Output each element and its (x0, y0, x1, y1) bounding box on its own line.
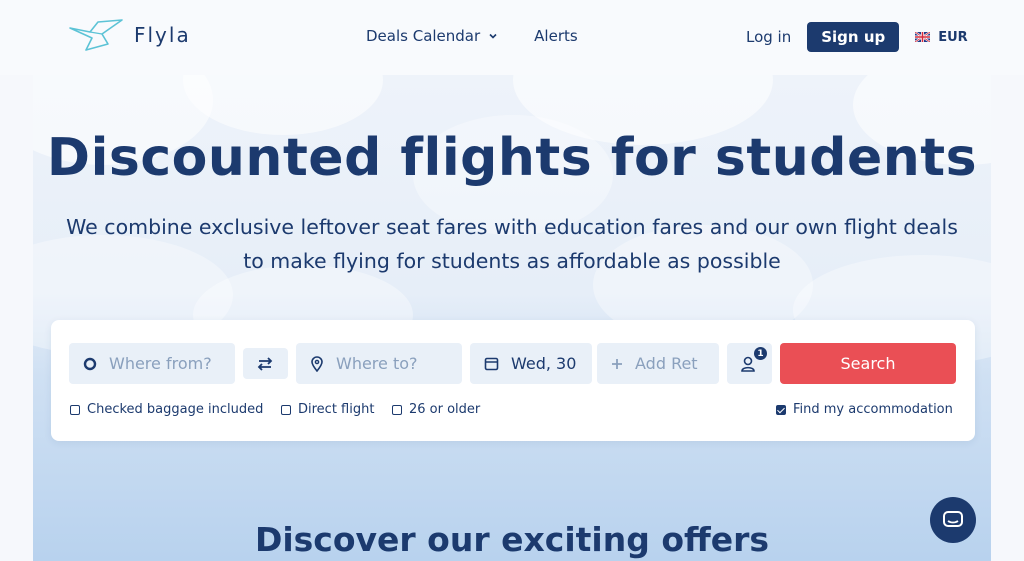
option-checked-baggage-label: Checked baggage included (87, 402, 264, 417)
bird-logo-icon (69, 19, 123, 51)
passenger-button[interactable]: 1 (727, 343, 772, 384)
plus-icon (612, 358, 622, 369)
passenger-count-badge: 1 (754, 347, 767, 360)
option-direct-flight-label: Direct flight (298, 402, 375, 417)
hero-subtitle-line1: We combine exclusive leftover seat fares… (66, 215, 958, 239)
account-nav: Log in Sign up EUR (746, 22, 968, 52)
checkbox-26-or-older[interactable] (392, 404, 402, 415)
nav-alerts[interactable]: Alerts (534, 27, 578, 45)
logo[interactable]: Flyla (68, 18, 191, 52)
uk-flag-icon (915, 32, 931, 42)
option-26-or-older[interactable]: 26 or older (392, 402, 480, 417)
hero-title: Discounted flights for students (46, 128, 978, 188)
checkbox-find-accommodation[interactable] (776, 404, 786, 415)
search-button[interactable]: Search (780, 343, 956, 384)
location-pin-icon (311, 355, 323, 372)
return-placeholder: Add Ret (635, 354, 698, 373)
depart-date-field[interactable]: Wed, 30 (470, 343, 592, 384)
to-placeholder: Where to? (336, 354, 418, 373)
nav-deals-calendar-label: Deals Calendar (366, 27, 481, 45)
currency-selector[interactable]: EUR (915, 29, 968, 45)
login-link[interactable]: Log in (746, 28, 791, 46)
site-header: Flyla Deals Calendar Alerts Log in Sign … (0, 0, 1024, 75)
option-direct-flight[interactable]: Direct flight (281, 402, 374, 417)
from-field[interactable]: Where from? (69, 343, 235, 384)
checkbox-direct-flight[interactable] (281, 404, 291, 415)
from-placeholder: Where from? (109, 354, 212, 373)
logo-text: Flyla (134, 23, 191, 47)
nav-alerts-label: Alerts (534, 27, 578, 45)
option-26-or-older-label: 26 or older (409, 402, 481, 417)
chevron-down-icon (489, 33, 497, 39)
chat-button[interactable] (930, 497, 976, 543)
calendar-icon (484, 357, 499, 371)
hero-subtitle: We combine exclusive leftover seat fares… (40, 210, 984, 278)
nav-deals-calendar[interactable]: Deals Calendar (366, 27, 498, 45)
main-nav: Deals Calendar Alerts (366, 27, 578, 45)
flight-search-card: Where from? Where to? Wed, 30 Add Ret 1 … (51, 320, 975, 441)
option-find-accommodation[interactable]: Find my accommodation (776, 402, 953, 417)
swap-button[interactable] (243, 348, 288, 379)
to-field[interactable]: Where to? (296, 343, 462, 384)
discover-heading: Discover our exciting offers (254, 520, 770, 559)
return-date-field[interactable]: Add Ret (597, 343, 719, 384)
depart-date-value: Wed, 30 (511, 354, 577, 373)
chat-bubble-icon (943, 511, 963, 527)
currency-label: EUR (938, 29, 968, 45)
hero-subtitle-line2: to make flying for students as affordabl… (243, 249, 781, 273)
signup-button[interactable]: Sign up (807, 22, 900, 52)
option-find-accommodation-label: Find my accommodation (793, 402, 953, 417)
swap-arrows-icon (257, 356, 273, 371)
option-checked-baggage[interactable]: Checked baggage included (70, 402, 263, 417)
origin-circle-icon (83, 357, 97, 370)
checkbox-checked-baggage[interactable] (70, 404, 80, 415)
